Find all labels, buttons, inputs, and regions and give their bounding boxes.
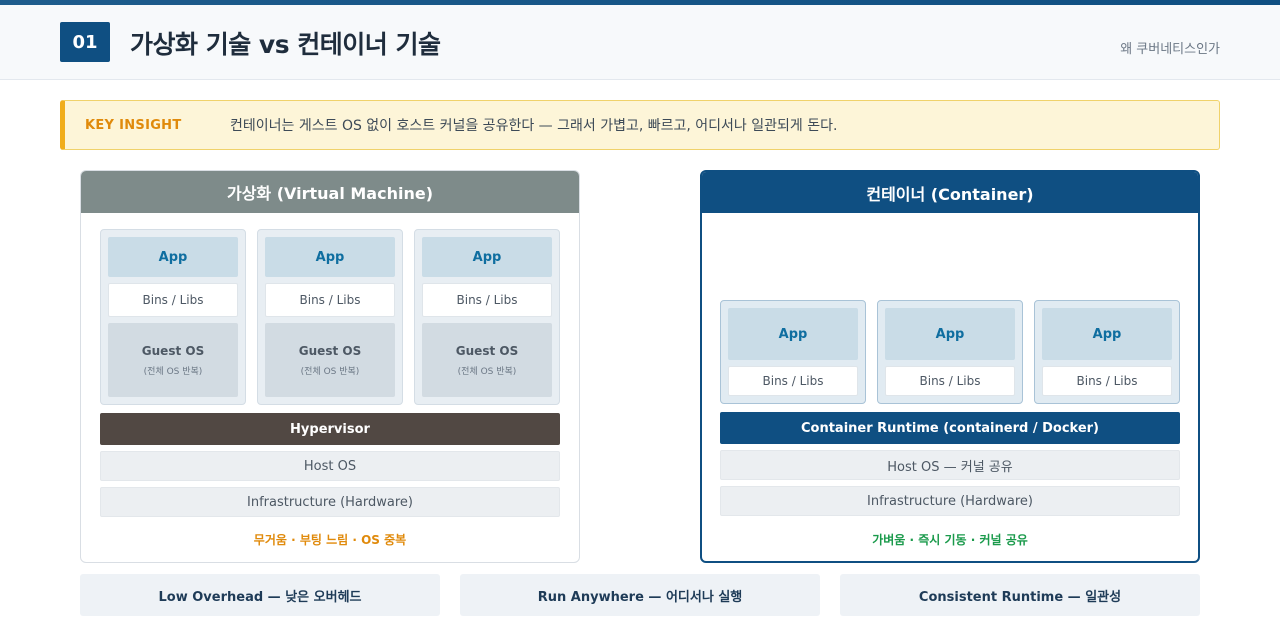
guest-os-label: Guest OS	[455, 343, 519, 358]
infrastructure-layer: Infrastructure (Hardware)	[100, 487, 560, 517]
guest-os-block: Guest OS (전체 OS 반복)	[422, 323, 552, 397]
guest-os-block: Guest OS (전체 OS 반복)	[108, 323, 238, 397]
container-stack: App Bins / Libs	[720, 300, 866, 404]
vm-stack: App Bins / Libs Guest OS (전체 OS 반복)	[257, 229, 403, 405]
page-header: 01 가상화 기술 vs 컨테이너 기술 왜 쿠버네티스인가	[0, 5, 1280, 80]
feature-run-anywhere: Run Anywhere — 어디서나 실행	[460, 574, 820, 616]
infrastructure-layer: Infrastructure (Hardware)	[720, 486, 1180, 516]
container-stack: App Bins / Libs	[877, 300, 1023, 404]
vm-panel-title: 가상화 (Virtual Machine)	[81, 171, 579, 213]
guest-os-block: Guest OS (전체 OS 반복)	[265, 323, 395, 397]
bins-libs-block: Bins / Libs	[108, 283, 238, 317]
feature-consistent-runtime: Consistent Runtime — 일관성	[840, 574, 1200, 616]
app-block: App	[108, 237, 238, 277]
bins-libs-block: Bins / Libs	[422, 283, 552, 317]
vm-panel: 가상화 (Virtual Machine) App Bins / Libs Gu…	[80, 170, 580, 563]
guest-os-note: (전체 OS 반복)	[300, 366, 360, 377]
container-panel-title: 컨테이너 (Container)	[702, 172, 1198, 213]
container-runtime-layer: Container Runtime (containerd / Docker)	[720, 412, 1180, 444]
guest-os-note: (전체 OS 반복)	[143, 366, 203, 377]
container-stack: App Bins / Libs	[1034, 300, 1180, 404]
vm-stack: App Bins / Libs Guest OS (전체 OS 반복)	[100, 229, 246, 405]
app-block: App	[728, 308, 858, 360]
page-subtitle: 왜 쿠버네티스인가	[1120, 42, 1220, 57]
key-insight-callout: KEY INSIGHT 컨테이너는 게스트 OS 없이 호스트 커널을 공유한다…	[60, 100, 1220, 150]
container-summary-note: 가벼움 · 즉시 기동 · 커널 공유	[872, 533, 1028, 547]
hypervisor-layer: Hypervisor	[100, 413, 560, 445]
page-title: 가상화 기술 vs 컨테이너 기술	[130, 30, 441, 59]
vm-summary-note: 무거움 · 부팅 느림 · OS 중복	[253, 533, 407, 547]
section-number-badge: 01	[60, 22, 110, 62]
bins-libs-block: Bins / Libs	[728, 366, 858, 396]
app-block: App	[422, 237, 552, 277]
bins-libs-block: Bins / Libs	[1042, 366, 1172, 396]
guest-os-label: Guest OS	[141, 343, 205, 358]
key-insight-text: 컨테이너는 게스트 OS 없이 호스트 커널을 공유한다 — 그래서 가볍고, …	[230, 118, 838, 134]
host-os-layer: Host OS — 커널 공유	[720, 450, 1180, 480]
bins-libs-block: Bins / Libs	[885, 366, 1015, 396]
host-os-layer: Host OS	[100, 451, 560, 481]
bins-libs-block: Bins / Libs	[265, 283, 395, 317]
guest-os-label: Guest OS	[298, 343, 362, 358]
container-panel: 컨테이너 (Container) App Bins / Libs App Bin…	[700, 170, 1200, 563]
guest-os-note: (전체 OS 반복)	[457, 366, 517, 377]
key-insight-label: KEY INSIGHT	[85, 117, 182, 133]
app-block: App	[265, 237, 395, 277]
feature-low-overhead: Low Overhead — 낮은 오버헤드	[80, 574, 440, 616]
app-block: App	[885, 308, 1015, 360]
app-block: App	[1042, 308, 1172, 360]
vm-stack: App Bins / Libs Guest OS (전체 OS 반복)	[414, 229, 560, 405]
